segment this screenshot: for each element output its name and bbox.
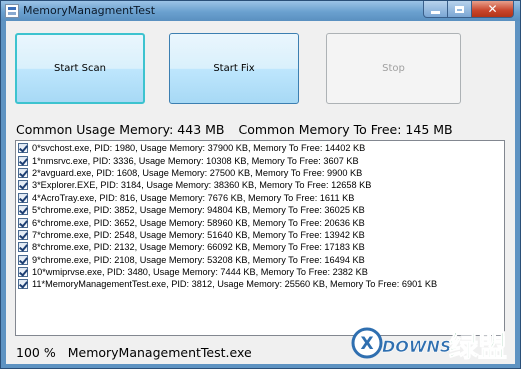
memory-summary: Common Usage Memory: 443 MB Common Memory… (16, 122, 453, 137)
process-list-item-label: 4*AcroTray.exe, PID: 816, Usage Memory: … (32, 192, 355, 203)
process-list-item[interactable]: 0*svchost.exe, PID: 1980, Usage Memory: … (18, 142, 503, 154)
process-list-item[interactable]: 3*Explorer.EXE, PID: 3184, Usage Memory:… (18, 179, 503, 191)
checkmark-icon[interactable] (18, 167, 28, 178)
checkmark-icon[interactable] (18, 242, 28, 253)
process-checklist[interactable]: 0*svchost.exe, PID: 1980, Usage Memory: … (15, 140, 505, 336)
process-list-item-label: 7*chrome.exe, PID: 2548, Usage Memory: 5… (32, 229, 365, 240)
maximize-icon (455, 5, 464, 13)
process-list-item[interactable]: 1*nmsrvc.exe, PID: 3336, Usage Memory: 1… (18, 154, 503, 166)
app-window-icon[interactable] (5, 4, 19, 18)
process-list-item-label: 5*chrome.exe, PID: 3852, Usage Memory: 9… (32, 205, 365, 216)
checkmark-icon[interactable] (18, 205, 28, 216)
process-list-item-label: 3*Explorer.EXE, PID: 3184, Usage Memory:… (32, 180, 372, 191)
process-list-item[interactable]: 8*chrome.exe, PID: 2132, Usage Memory: 6… (18, 241, 503, 253)
close-icon: ✕ (487, 2, 498, 16)
process-list-item-label: 1*nmsrvc.exe, PID: 3336, Usage Memory: 1… (32, 155, 359, 166)
common-memory-to-free-label: Common Memory To Free: 145 MB (238, 122, 453, 137)
checkmark-icon[interactable] (18, 267, 28, 278)
process-list-item[interactable]: 10*wmiprvse.exe, PID: 3480, Usage Memory… (18, 266, 503, 278)
status-line: 100 % MemoryManagementTest.exe (16, 345, 252, 360)
process-list-item-label: 10*wmiprvse.exe, PID: 3480, Usage Memory… (32, 267, 368, 278)
checkmark-icon[interactable] (18, 155, 28, 166)
process-list-item-label: 11*MemoryManagementTest.exe, PID: 3812, … (32, 279, 438, 290)
close-button[interactable]: ✕ (472, 1, 514, 18)
start-fix-button[interactable]: Start Fix (169, 33, 299, 104)
caption-buttons: ✕ (423, 1, 514, 18)
checkmark-icon[interactable] (18, 229, 28, 240)
process-list-item[interactable]: 11*MemoryManagementTest.exe, PID: 3812, … (18, 278, 503, 290)
checkmark-icon[interactable] (18, 192, 28, 203)
process-list-item-label: 8*chrome.exe, PID: 2132, Usage Memory: 6… (32, 242, 365, 253)
maximize-button[interactable] (448, 1, 472, 18)
process-list-item[interactable]: 9*chrome.exe, PID: 2108, Usage Memory: 5… (18, 254, 503, 266)
process-list-item-label: 0*svchost.exe, PID: 1980, Usage Memory: … (32, 143, 366, 154)
checkmark-icon[interactable] (18, 254, 28, 265)
process-list-item[interactable]: 5*chrome.exe, PID: 3852, Usage Memory: 9… (18, 204, 503, 216)
process-list-item[interactable]: 2*avguard.exe, PID: 1608, Usage Memory: … (18, 167, 503, 179)
process-list-item[interactable]: 7*chrome.exe, PID: 2548, Usage Memory: 5… (18, 229, 503, 241)
checkmark-icon[interactable] (18, 143, 28, 154)
common-usage-memory-label: Common Usage Memory: 443 MB (16, 122, 225, 137)
process-list-item-label: 2*avguard.exe, PID: 1608, Usage Memory: … (32, 167, 363, 178)
process-list-item-label: 6*chrome.exe, PID: 3652, Usage Memory: 5… (32, 217, 365, 228)
current-process-name: MemoryManagementTest.exe (67, 345, 252, 360)
process-list-item[interactable]: 4*AcroTray.exe, PID: 816, Usage Memory: … (18, 192, 503, 204)
checkmark-icon[interactable] (18, 279, 28, 290)
app-window: MemoryManagmentTest ✕ Start Scan Start F… (0, 0, 521, 369)
progress-percent: 100 % (16, 345, 56, 360)
process-list-item-label: 9*chrome.exe, PID: 2108, Usage Memory: 5… (32, 254, 365, 265)
process-list-item[interactable]: 6*chrome.exe, PID: 3652, Usage Memory: 5… (18, 216, 503, 228)
start-scan-button[interactable]: Start Scan (15, 33, 145, 104)
stop-button[interactable]: Stop (326, 33, 461, 104)
window-title: MemoryManagmentTest (23, 4, 156, 17)
checkmark-icon[interactable] (18, 217, 28, 228)
title-bar[interactable]: MemoryManagmentTest ✕ (1, 1, 520, 21)
minimize-button[interactable] (423, 1, 448, 18)
checkmark-icon[interactable] (18, 180, 28, 191)
client-area: Start Scan Start Fix Stop Common Usage M… (6, 21, 515, 364)
minimize-icon (431, 10, 440, 14)
